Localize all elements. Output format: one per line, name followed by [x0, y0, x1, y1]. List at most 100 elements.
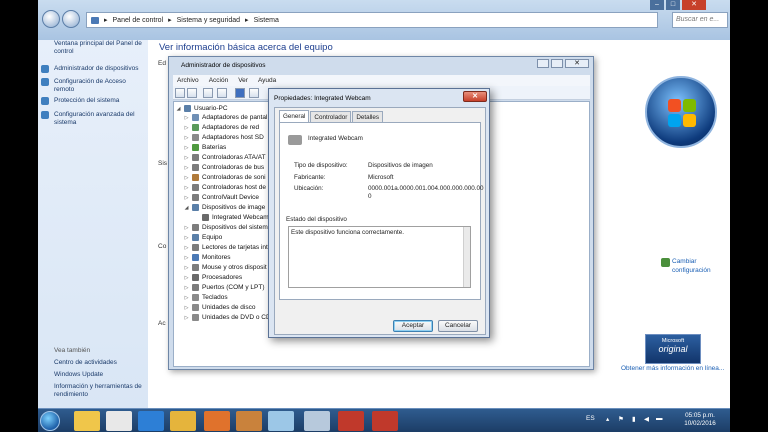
tree-root-label: Usuario-PC — [194, 105, 228, 112]
tab-detalles[interactable]: Detalles — [352, 111, 384, 122]
tree-node[interactable]: ▷ Teclados — [184, 293, 228, 302]
dialog-close-button[interactable]: ✕ — [463, 91, 487, 102]
app-icon[interactable] — [268, 411, 294, 431]
tree-node[interactable]: ◢ Dispositivos de image — [184, 203, 265, 212]
dialog-body: General Controlador Detalles Integrated … — [274, 107, 486, 335]
tree-node[interactable]: ▷ Adaptadores de pantal — [184, 113, 267, 122]
volume-icon[interactable]: ◀ — [644, 415, 649, 423]
sidebar: Ventana principal del Panel de control A… — [38, 40, 148, 408]
chevron-right-icon: ▸ — [168, 17, 172, 24]
ok-button[interactable]: Aceptar — [393, 320, 433, 332]
scrollbar[interactable] — [463, 227, 470, 287]
tree-node-label: Procesadores — [202, 274, 243, 281]
menu-archivo[interactable]: Archivo — [177, 77, 199, 84]
tree-node[interactable]: ▷ Mouse y otros disposit — [184, 263, 267, 272]
minimize-button[interactable]: – — [650, 0, 664, 10]
system-clock[interactable]: 05:05 p.m. 10/02/2016 — [680, 412, 720, 428]
taskbar: ES ▴ ⚑ ▮ ◀ ▬ 05:05 p.m. 10/02/2016 — [38, 408, 730, 432]
tree-node-label: Lectores de tarjetas int — [202, 244, 268, 251]
close-button[interactable]: ✕ — [682, 0, 706, 10]
tree-node[interactable]: ▷ Baterías — [184, 143, 226, 152]
control-panel-icon[interactable] — [304, 411, 330, 431]
menu-ayuda[interactable]: Ayuda — [258, 77, 276, 84]
tree-node[interactable]: ▷ Unidades de DVD o CD — [184, 313, 271, 322]
firefox-icon[interactable] — [204, 411, 230, 431]
battery-icon[interactable]: ▬ — [656, 415, 663, 422]
cancel-button[interactable]: Cancelar — [438, 320, 478, 332]
search-input[interactable]: Buscar en e... — [672, 12, 728, 28]
tree-node[interactable]: ▷ Controladoras ATA/AT — [184, 153, 266, 162]
tree-node[interactable]: ▷ Unidades de disco — [184, 303, 255, 312]
sidebar-item-device-manager[interactable]: Administrador de dispositivos — [54, 65, 144, 73]
clipped-heading: Co — [158, 243, 167, 250]
forward-button[interactable] — [62, 10, 80, 28]
genuine-more-info-link[interactable]: Obtener más información en línea... — [621, 365, 724, 372]
sidebar-item-home[interactable]: Ventana principal del Panel de control — [54, 40, 144, 56]
language-indicator[interactable]: ES — [586, 415, 595, 422]
media-player-icon[interactable] — [106, 411, 132, 431]
flag-icon[interactable]: ⚑ — [618, 415, 624, 423]
status-textbox[interactable]: Este dispositivo funciona correctamente. — [288, 226, 471, 288]
app-icon[interactable] — [372, 411, 398, 431]
tree-node[interactable]: ▷ Lectores de tarjetas int — [184, 243, 268, 252]
genuine-label: original — [658, 344, 688, 354]
sidebar-item-remote[interactable]: Configuración de Acceso remoto — [54, 78, 134, 94]
tree-node[interactable]: ▷ Procesadores — [184, 273, 242, 282]
tree-node[interactable]: ▷ Monitores — [184, 253, 231, 262]
tree-node[interactable]: ▷ Controladoras de bus — [184, 163, 264, 172]
app-icon[interactable] — [338, 411, 364, 431]
tree-node[interactable]: ▷ Controladoras host de — [184, 183, 266, 192]
back-arrow-icon[interactable] — [175, 88, 185, 98]
see-also-action-center[interactable]: Centro de actividades — [54, 359, 144, 367]
minimize-button[interactable] — [537, 59, 549, 68]
tree-node[interactable]: ▷ Controladoras de soni — [184, 173, 266, 182]
help-icon[interactable] — [235, 88, 245, 98]
computer-icon — [91, 16, 99, 24]
tree-node[interactable]: ▷ ControlVault Device — [184, 193, 259, 202]
device-manager-title: Administrador de dispositivos — [181, 62, 266, 69]
breadcrumb-item-system[interactable]: Sistema — [254, 17, 279, 24]
shield-icon — [41, 97, 49, 105]
tree-root[interactable]: ◢ Usuario-PC — [176, 104, 228, 113]
forward-arrow-icon[interactable] — [187, 88, 197, 98]
see-also-performance[interactable]: Información y herramientas de rendimient… — [54, 383, 146, 399]
scan-icon[interactable] — [249, 88, 259, 98]
computer-icon — [184, 105, 191, 112]
chevron-up-icon[interactable]: ▴ — [606, 415, 609, 423]
tree-node-label: Unidades de disco — [202, 304, 256, 311]
tree-node[interactable]: ▷ Adaptadores de red — [184, 123, 259, 132]
menu-accion[interactable]: Acción — [209, 77, 229, 84]
app-icon[interactable] — [236, 411, 262, 431]
tree-node[interactable]: ▷ Adaptadores host SD — [184, 133, 264, 142]
view-icon[interactable] — [203, 88, 213, 98]
breadcrumb-item-panel[interactable]: Panel de control — [113, 17, 164, 24]
network-icon[interactable]: ▮ — [632, 415, 636, 423]
change-settings-link[interactable]: Cambiar configuración — [672, 257, 728, 275]
tree-node[interactable]: ▷ Dispositivos del sistem — [184, 223, 268, 232]
chrome-icon[interactable] — [170, 411, 196, 431]
ie-icon[interactable] — [138, 411, 164, 431]
tree-node-label: Equipo — [202, 234, 223, 241]
sidebar-item-advanced[interactable]: Configuración avanzada del sistema — [54, 111, 144, 127]
maker-value: Microsoft — [368, 174, 394, 181]
tab-general[interactable]: General — [279, 110, 310, 122]
folder-icon[interactable] — [74, 411, 100, 431]
maximize-button[interactable] — [551, 59, 563, 68]
menu-ver[interactable]: Ver — [238, 77, 248, 84]
tree-node[interactable]: ▷ Puertos (COM y LPT) — [184, 283, 264, 292]
general-pane: Integrated Webcam Tipo de dispositivo: D… — [279, 122, 484, 300]
tree-node-selected[interactable]: Integrated Webcam — [194, 213, 269, 222]
start-button[interactable] — [40, 411, 60, 431]
type-value: Dispositivos de imagen — [368, 162, 433, 169]
close-button[interactable]: ✕ — [565, 59, 589, 68]
see-also-windows-update[interactable]: Windows Update — [54, 371, 144, 379]
back-button[interactable] — [42, 10, 60, 28]
properties-icon[interactable] — [217, 88, 227, 98]
maximize-button[interactable]: □ — [666, 0, 680, 10]
clipped-heading: Ac — [158, 320, 166, 327]
tree-node[interactable]: ▷ Equipo — [184, 233, 222, 242]
breadcrumb-item-security[interactable]: Sistema y seguridad — [177, 17, 240, 24]
tab-controlador[interactable]: Controlador — [310, 111, 352, 122]
breadcrumb[interactable]: ▸ Panel de control ▸ Sistema y seguridad… — [86, 12, 658, 28]
sidebar-item-protection[interactable]: Protección del sistema — [54, 97, 144, 105]
